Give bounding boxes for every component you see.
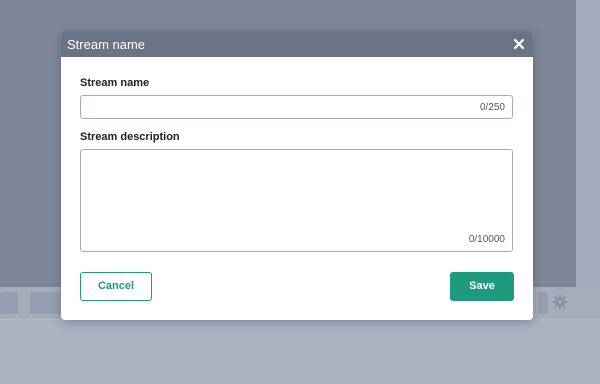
stream-description-label: Stream description: [80, 131, 180, 143]
background-toolbar-button: [0, 292, 18, 314]
save-button[interactable]: Save: [450, 272, 514, 301]
stream-name-char-counter: 0/250: [479, 102, 505, 113]
background-footer: [0, 320, 600, 384]
stream-description-textarea[interactable]: 0/10000: [80, 149, 513, 252]
stream-description-char-counter: 0/10000: [468, 234, 505, 245]
close-icon[interactable]: [512, 37, 526, 51]
stream-name-dialog: Stream name Stream name 0/250 Stream des…: [61, 31, 533, 320]
gear-icon: [552, 294, 568, 310]
background-toolbar-button: [30, 292, 62, 314]
stream-name-label: Stream name: [80, 77, 150, 89]
cancel-button[interactable]: Cancel: [80, 272, 152, 301]
background-side-panel: [576, 0, 600, 287]
background-toolbar-button: [538, 292, 548, 314]
dialog-header: Stream name: [61, 31, 533, 57]
stream-name-input[interactable]: 0/250: [80, 95, 513, 119]
dialog-title: Stream name: [67, 37, 146, 52]
